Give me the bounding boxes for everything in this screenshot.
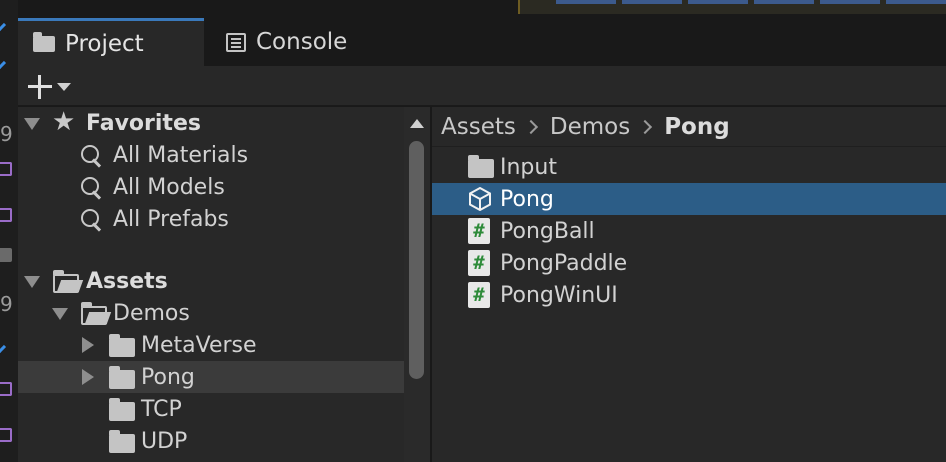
tree-item-pong[interactable]: Pong xyxy=(18,361,404,393)
asset-item-label: Pong xyxy=(500,186,554,212)
project-toolbar xyxy=(18,66,946,106)
asset-item-pongwinui[interactable]: # PongWinUI xyxy=(432,279,946,311)
search-icon xyxy=(81,177,103,199)
tree-item-label: All Materials xyxy=(113,142,249,168)
tree-item-tcp[interactable]: TCP xyxy=(18,393,404,425)
tree-item-all-models[interactable]: All Models xyxy=(18,171,404,203)
expand-arrow-icon[interactable] xyxy=(52,308,68,320)
asset-item-label: Input xyxy=(500,154,557,180)
breadcrumb: Assets Demos Pong xyxy=(432,107,946,147)
tree-item-udp[interactable]: UDP xyxy=(18,425,404,457)
image-icon xyxy=(0,162,12,176)
tree-item-all-materials[interactable]: All Materials xyxy=(18,139,404,171)
csharp-script-icon: # xyxy=(468,282,492,308)
image-icon xyxy=(0,382,12,396)
asset-item-label: PongPaddle xyxy=(500,250,628,276)
image-icon xyxy=(0,208,12,222)
arrow-icon xyxy=(0,17,7,33)
arrow-icon xyxy=(0,339,7,355)
folder-open-icon xyxy=(81,302,107,325)
chevron-right-icon xyxy=(638,119,653,134)
tab-project[interactable]: Project xyxy=(18,18,204,66)
breadcrumb-current[interactable]: Pong xyxy=(664,114,730,140)
image-icon xyxy=(0,428,12,442)
search-icon xyxy=(81,209,103,231)
console-icon xyxy=(226,32,246,52)
collapse-arrow-icon[interactable] xyxy=(82,369,94,385)
asset-list-panel: Assets Demos Pong Input Pong # PongBall … xyxy=(432,107,946,462)
tree-item-favorites[interactable]: ★ Favorites xyxy=(18,107,404,139)
scene-preview xyxy=(518,0,946,14)
expand-arrow-icon[interactable] xyxy=(24,276,40,288)
scene-view-edge xyxy=(18,0,946,14)
tree-item-assets[interactable]: Assets xyxy=(18,265,404,297)
adjacent-panel-edge: 9 9 xyxy=(0,0,18,462)
folder-icon xyxy=(468,155,494,179)
csharp-script-icon: # xyxy=(468,218,492,244)
asset-item-label: PongWinUI xyxy=(500,282,618,308)
folder-icon xyxy=(109,398,135,421)
create-asset-button[interactable] xyxy=(28,74,80,100)
tree-item-label: All Prefabs xyxy=(113,206,229,232)
folder-icon xyxy=(109,334,135,357)
scrollbar-thumb[interactable] xyxy=(409,141,424,379)
tree-item-metaverse[interactable]: MetaVerse xyxy=(18,329,404,361)
scroll-up-arrow-icon[interactable] xyxy=(410,119,424,128)
plus-icon xyxy=(28,75,52,99)
asset-icon xyxy=(0,248,12,262)
caret-down-icon xyxy=(57,83,71,91)
tab-project-label: Project xyxy=(65,30,144,57)
unity-scene-icon xyxy=(468,186,492,212)
clipped-glyph: 9 xyxy=(0,292,13,316)
folder-icon xyxy=(109,430,135,453)
folder-icon xyxy=(109,366,135,389)
expand-arrow-icon[interactable] xyxy=(24,118,40,130)
asset-item-pongball[interactable]: # PongBall xyxy=(432,215,946,247)
arrow-icon xyxy=(0,55,7,71)
clipped-glyph: 9 xyxy=(0,122,13,146)
tree-item-label: Favorites xyxy=(86,110,201,136)
star-icon: ★ xyxy=(52,107,76,137)
csharp-script-icon: # xyxy=(468,250,492,276)
tree-scrollbar[interactable] xyxy=(404,107,430,462)
tree-item-all-prefabs[interactable]: All Prefabs xyxy=(18,203,404,235)
tree-item-label: Pong xyxy=(141,364,195,390)
asset-item-pong-scene[interactable]: Pong xyxy=(432,183,946,215)
folder-open-icon xyxy=(53,270,79,293)
asset-item-input[interactable]: Input xyxy=(432,151,946,183)
breadcrumb-item-demos[interactable]: Demos xyxy=(550,114,630,140)
tree-item-label: Assets xyxy=(86,268,168,294)
tree-item-label: TCP xyxy=(141,396,182,422)
folder-icon xyxy=(33,31,55,52)
breadcrumb-item-assets[interactable]: Assets xyxy=(441,114,516,140)
chevron-right-icon xyxy=(523,119,538,134)
tree-item-demos[interactable]: Demos xyxy=(18,297,404,329)
tree-item-label: All Models xyxy=(113,174,225,200)
tab-console-label: Console xyxy=(256,29,348,55)
panel-tab-bar: Project Console xyxy=(18,14,946,66)
collapse-arrow-icon[interactable] xyxy=(82,337,94,353)
tree-item-label: Demos xyxy=(113,300,190,326)
tab-console[interactable]: Console xyxy=(224,18,394,66)
folder-tree-panel: ★ Favorites All Materials All Models All… xyxy=(18,107,430,462)
asset-item-label: PongBall xyxy=(500,218,595,244)
tree-item-label: UDP xyxy=(141,428,188,454)
search-icon xyxy=(81,145,103,167)
asset-item-pongpaddle[interactable]: # PongPaddle xyxy=(432,247,946,279)
tree-item-label: MetaVerse xyxy=(141,332,257,358)
